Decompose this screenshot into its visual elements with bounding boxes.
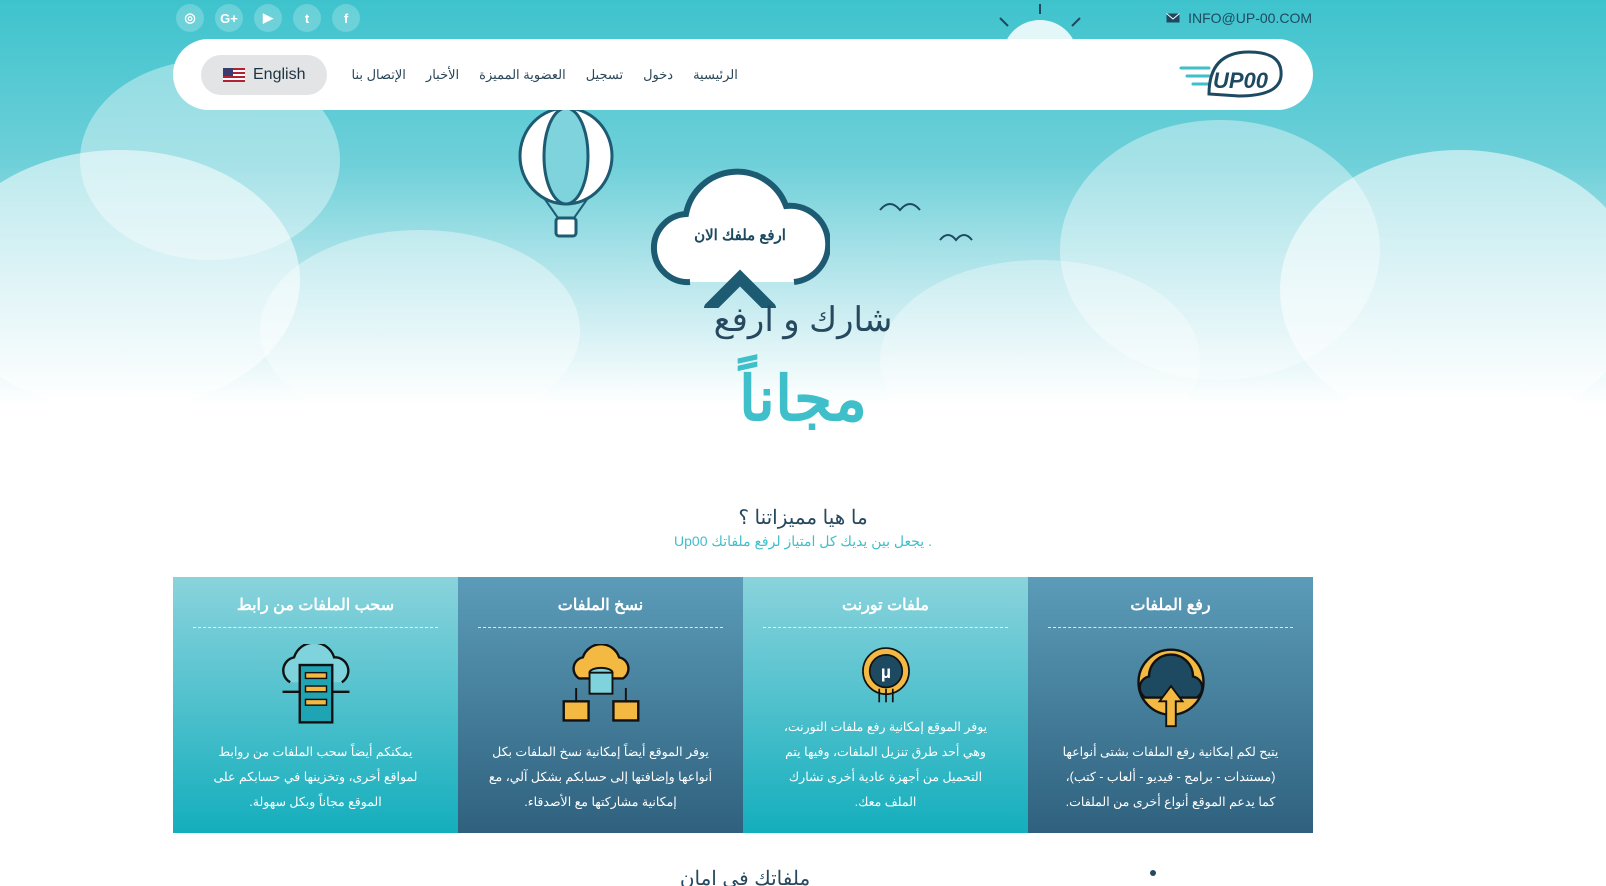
nav-news[interactable]: الأخبار [426, 67, 459, 83]
features-title: ما هيا مميزاتنا ؟ [738, 507, 868, 529]
card-title: سحب الملفات من رابط [193, 595, 438, 628]
upload-now-button[interactable]: ارفع ملفك الان [650, 158, 830, 308]
nav-premium[interactable]: العضوية المميزة [479, 67, 566, 83]
twitter-icon[interactable]: t [293, 4, 321, 32]
logo-text: UP00 [1213, 68, 1269, 93]
hot-air-balloon-icon [518, 106, 614, 238]
svg-text:µ: µ [880, 662, 890, 682]
feature-card-remote-upload: سحب الملفات من رابط يمكنكم أيضاً سحب الم… [173, 577, 458, 833]
card-title: رفع الملفات [1048, 595, 1293, 628]
card-text: يوفر الموقع أيضاً إمكانية نسخ الملفات بك… [488, 745, 713, 809]
card-text: يتيح لكم إمكانية رفع الملفات بشتى أنواعه… [1062, 745, 1279, 809]
cloud-database-icon [562, 644, 639, 722]
language-selector[interactable]: English [201, 54, 328, 95]
nav-login[interactable]: دخول [643, 67, 673, 83]
main-navbar: English الرئيسية دخول تسجيل العضوية المم… [173, 39, 1313, 110]
language-label: English [253, 65, 306, 83]
birds-icon [879, 203, 973, 242]
us-flag-icon [223, 67, 245, 82]
feature-card-copy: نسخ الملفات يوفر الموقع أيضاً إمكانية نس… [458, 577, 743, 833]
youtube-icon[interactable]: ▶ [254, 4, 282, 32]
torrent-gear-icon: µ [861, 647, 910, 703]
feature-cards: سحب الملفات من رابط يمكنكم أيضاً سحب الم… [173, 577, 1313, 833]
envelope-icon [1166, 13, 1180, 23]
nav-home[interactable]: الرئيسية [693, 67, 738, 83]
nav-register[interactable]: تسجيل [586, 67, 623, 83]
email-text: INFO@UP-00.COM [1188, 10, 1312, 26]
instagram-icon[interactable]: ◎ [176, 4, 204, 32]
card-title: نسخ الملفات [478, 595, 723, 628]
list-bullet [1150, 870, 1156, 876]
cloud-server-icon [281, 644, 349, 724]
features-subtitle: Up00 يجعل بين يديك كل امتياز لرفع ملفاتك… [674, 533, 932, 549]
nav-contact[interactable]: الإتصال بنا [351, 67, 405, 83]
card-text: يمكنكم أيضاً سحب الملفات من روابط لمواقع… [213, 745, 418, 809]
site-logo[interactable]: UP00 [1179, 46, 1285, 104]
cloud-upload-icon [1136, 648, 1205, 728]
hero-title: شارك و ارفع [713, 301, 893, 339]
upload-now-label: ارفع ملفك الان [694, 227, 786, 244]
card-text: يوفر الموقع إمكانية رفع ملفات التورنت، و… [783, 720, 988, 809]
facebook-icon[interactable]: f [332, 4, 360, 32]
feature-card-torrent: ملفات تورنت µ يوفر الموقع إمكانية رفع مل… [743, 577, 1028, 833]
feature-card-upload: رفع الملفات يتيح لكم إمكانية رفع الملفات… [1028, 577, 1313, 833]
card-title: ملفات تورنت [763, 595, 1008, 628]
secure-files-title: ملفاتك في امان [679, 868, 811, 886]
contact-email[interactable]: INFO@UP-00.COM [1166, 10, 1312, 26]
up00-logo-icon: UP00 [1179, 49, 1283, 98]
nav-menu: الرئيسية دخول تسجيل العضوية المميزة الأخ… [351, 67, 737, 83]
google-plus-icon[interactable]: G+ [215, 4, 243, 32]
social-links: ◎ G+ ▶ t f [176, 4, 360, 32]
hero-free-label: مجاناً [738, 365, 868, 434]
